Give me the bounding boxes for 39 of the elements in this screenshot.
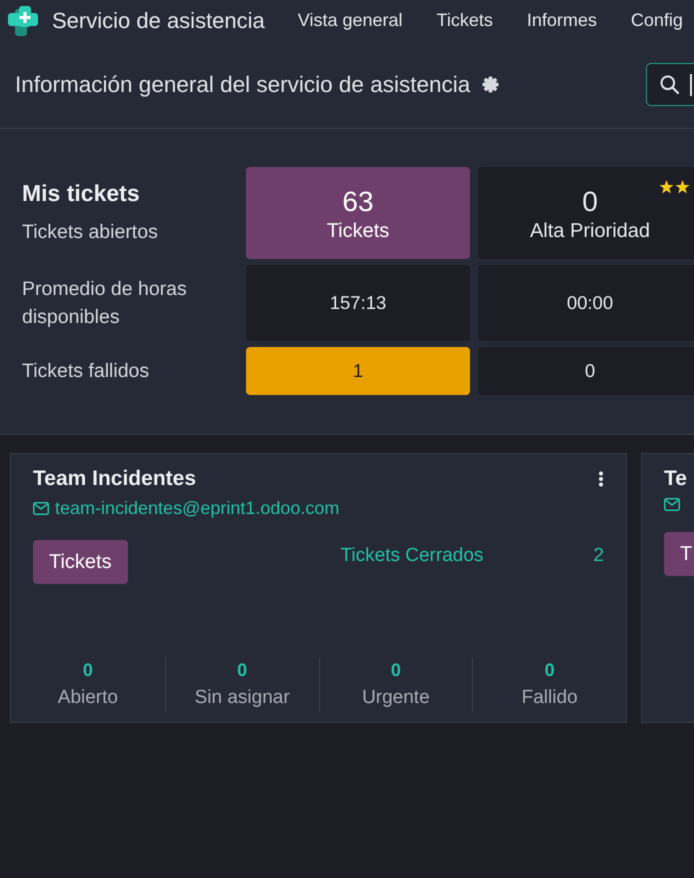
envelope-icon [33, 502, 49, 515]
page-title: Información general del servicio de asistencia [15, 72, 470, 98]
star-icon [675, 180, 690, 194]
settings-icon[interactable] [482, 76, 500, 93]
menu-item[interactable]: Vista general [280, 10, 420, 31]
team-name: Team Incidentes [33, 467, 196, 491]
stat-tile[interactable]: 0 Alta Prioridad [478, 167, 694, 259]
closed-tickets-link[interactable]: Tickets Cerrados [340, 545, 484, 567]
envelope-icon [664, 498, 680, 511]
menu-item[interactable]: Informes [510, 10, 614, 31]
menu-item[interactable]: Config [614, 10, 694, 31]
closed-tickets-count[interactable]: 2 [593, 545, 604, 567]
row-label: Tickets fallidos [22, 359, 150, 384]
stat-label: Sin asignar [194, 687, 290, 709]
stat-count[interactable]: 0 [82, 660, 93, 681]
stat-count[interactable]: 0 [544, 660, 555, 681]
stat-label: Fallido [522, 687, 578, 709]
row-label: Tickets abiertos [22, 220, 159, 245]
search-icon[interactable] [660, 75, 679, 94]
stat-tile[interactable]: 0 [478, 347, 694, 395]
tickets-button[interactable]: Tickets [33, 540, 128, 584]
app-logo-icon[interactable] [8, 6, 38, 36]
stat-label: Abierto [58, 687, 118, 709]
section-title: Mis tickets [22, 180, 141, 206]
row-label: Promedio de horas disponibles [22, 277, 188, 330]
email-link[interactable]: team-incidentes@eprint1.odoo.com [33, 498, 340, 519]
stat-label: Urgente [362, 687, 430, 709]
stat-count[interactable]: 0 [237, 660, 248, 681]
tickets-button[interactable]: T [664, 532, 694, 576]
stat-count[interactable]: 0 [390, 660, 401, 681]
kebab-menu-icon[interactable] [598, 471, 604, 487]
team-name: Te [664, 467, 687, 491]
app-name[interactable]: Servicio de asistencia [52, 8, 265, 34]
stat-tile[interactable]: 00:00 [478, 265, 694, 341]
stat-tile[interactable]: 63 Tickets [246, 167, 470, 259]
stat-tile[interactable]: 157:13 [246, 265, 470, 341]
menu-item[interactable]: Tickets [420, 10, 510, 31]
star-icon [659, 180, 674, 194]
stat-tile[interactable]: 1 [246, 347, 470, 395]
